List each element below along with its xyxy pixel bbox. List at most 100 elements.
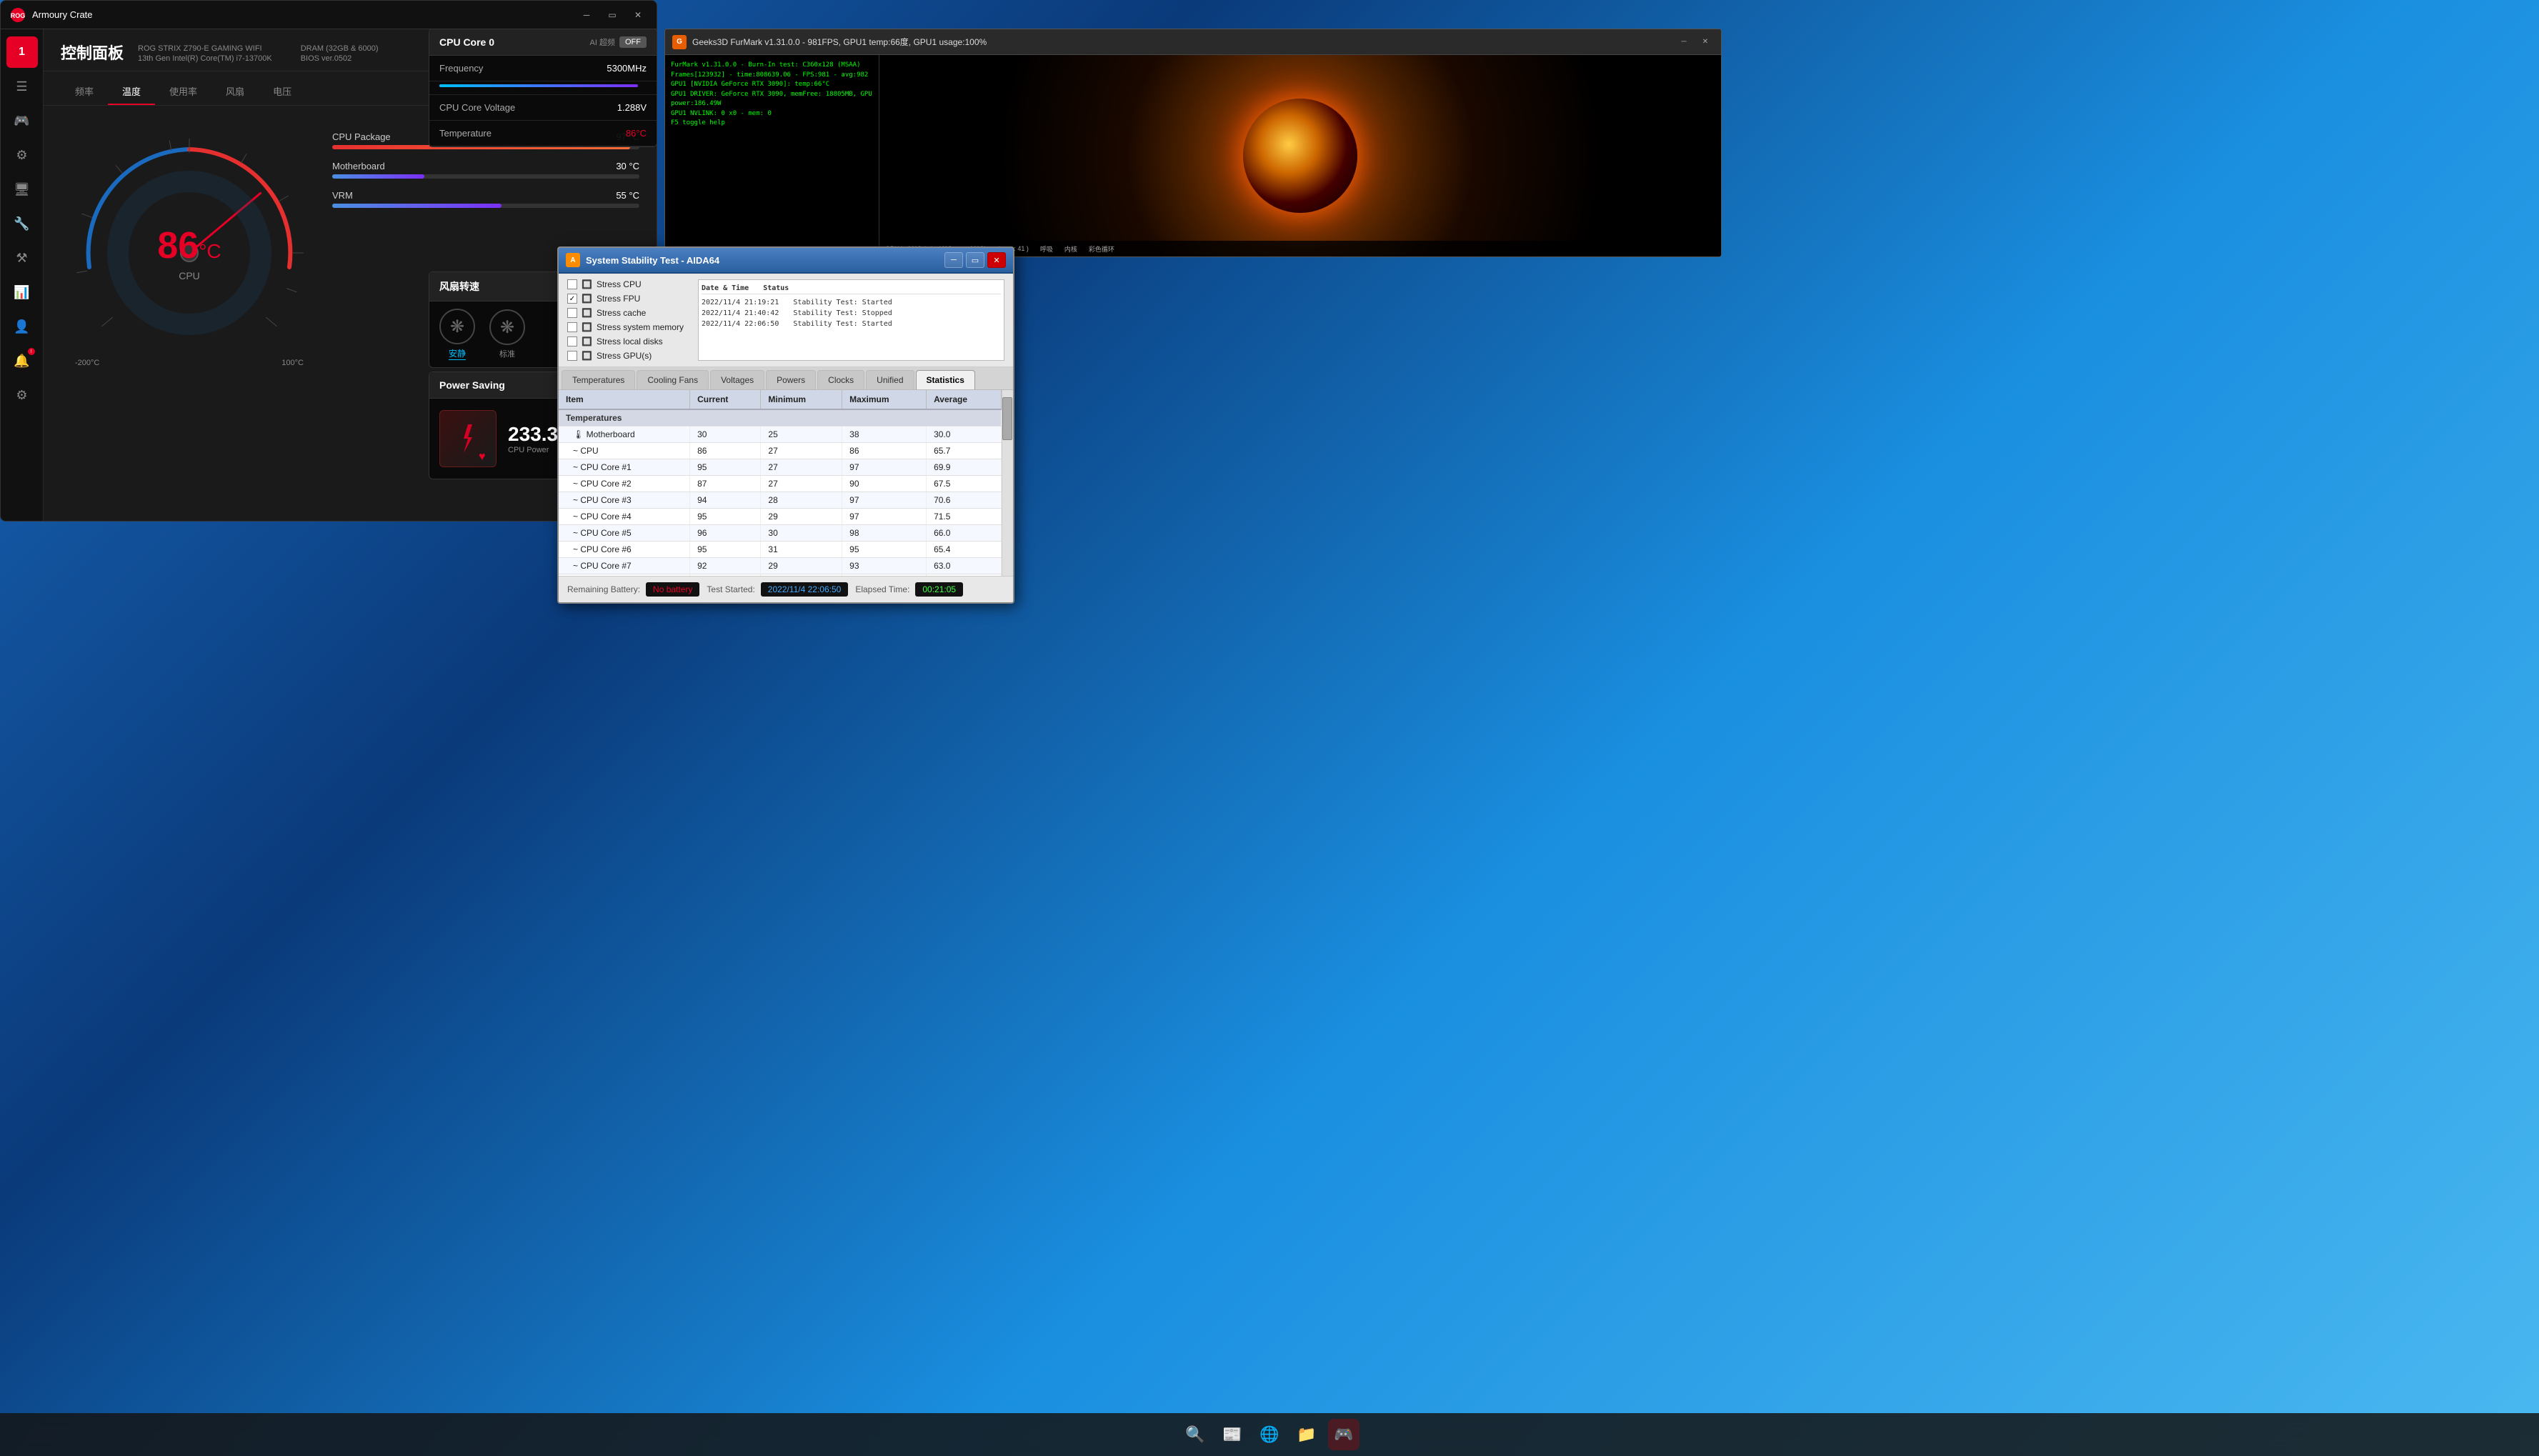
- furmark-minimize-button[interactable]: ─: [1675, 36, 1692, 49]
- cpu-core-title: CPU Core 0: [439, 36, 494, 48]
- fan-quiet-label[interactable]: 安静: [449, 347, 466, 360]
- taskbar-edge-icon[interactable]: 🌐: [1254, 1419, 1285, 1450]
- sidebar-item-joystick[interactable]: 🎮: [6, 105, 38, 136]
- tab-temperatures[interactable]: Temperatures: [562, 370, 635, 389]
- aida64-scroll-thumb[interactable]: [1002, 397, 1012, 440]
- gauge-unit: °C: [199, 240, 221, 262]
- stress-cache-checkbox[interactable]: [567, 308, 577, 318]
- aida64-minimize-button[interactable]: ─: [944, 252, 963, 268]
- aida64-close-button[interactable]: ✕: [987, 252, 1006, 268]
- aida64-table-container[interactable]: Item Current Minimum Maximum Average Tem…: [559, 390, 1002, 576]
- power-icon: [454, 424, 482, 453]
- metric-vrm: VRM 55 °C: [332, 190, 639, 208]
- sidebar-item-tools[interactable]: 🔧: [6, 208, 38, 239]
- sidebar-item-display[interactable]: 🖥: [6, 174, 38, 205]
- armoury-close-button[interactable]: ✕: [628, 8, 648, 22]
- sidebar-item-user[interactable]: 👤: [6, 311, 38, 342]
- stress-disks-checkbox[interactable]: [567, 336, 577, 346]
- stress-gpu-checkbox[interactable]: [567, 351, 577, 361]
- armoury-sidebar: 1 ☰ 🎮 ⚙ 🖥 🔧 ⚒ 📊 👤 🔔 ! ⚙: [1, 29, 44, 521]
- gauge-value: 86: [157, 225, 199, 266]
- row-core2-min: 27: [761, 476, 842, 492]
- row-core8-min: 28: [761, 574, 842, 577]
- heart-icon: ♥: [479, 451, 493, 464]
- gauge-label: CPU: [157, 270, 221, 281]
- row-cpu-max: 86: [842, 443, 927, 459]
- log-date-1: 2022/11/4 21:40:42: [702, 308, 779, 319]
- tab-frequency[interactable]: 频率: [61, 79, 108, 105]
- table-row: 🌡 Motherboard 30 25 38 30.0: [559, 427, 1002, 443]
- fan-standard-label[interactable]: 标准: [499, 348, 515, 359]
- furmark-info: FurMark v1.31.0.0 - Burn-In test: C360x1…: [665, 55, 879, 256]
- table-row: ~ CPU Core #5 96 30 98 66.0: [559, 525, 1002, 542]
- sidebar-item-home[interactable]: 1: [6, 36, 38, 68]
- aida64-tabs: Temperatures Cooling Fans Voltages Power…: [559, 367, 1013, 390]
- furmark-info-line-3: GPU1 DRIVER: GeForce RTX 3090, memFree: …: [671, 90, 873, 109]
- log-entry-2: 2022/11/4 22:06:50 Stability Test: Start…: [702, 319, 1001, 329]
- taskbar-widgets-icon[interactable]: 📰: [1217, 1419, 1248, 1450]
- furmark-close-button[interactable]: ✕: [1697, 36, 1714, 49]
- col-item: Item: [559, 390, 690, 409]
- tab-cooling-fans[interactable]: Cooling Fans: [637, 370, 709, 389]
- tab-temperature[interactable]: 温度: [108, 79, 155, 105]
- col-minimum: Minimum: [761, 390, 842, 409]
- armoury-minimize-button[interactable]: ─: [577, 8, 597, 22]
- stress-fpu-checkbox[interactable]: ✓: [567, 294, 577, 304]
- sidebar-item-notification[interactable]: 🔔 !: [6, 345, 38, 377]
- sidebar-item-menu[interactable]: ☰: [6, 71, 38, 102]
- spec-mobo: ROG STRIX Z790-E GAMING WIFI: [138, 44, 272, 53]
- furmark-info-line-0: FurMark v1.31.0.0 - Burn-In test: C360x1…: [671, 61, 873, 71]
- gauge-min-label: -200°C: [75, 359, 99, 367]
- stress-cpu-icon: 🔲: [582, 279, 592, 289]
- stress-memory-label: Stress system memory: [597, 322, 684, 332]
- cpu-frequency-bar-row: [429, 81, 657, 95]
- tab-usage[interactable]: 使用率: [155, 79, 211, 105]
- sidebar-item-wrench[interactable]: ⚒: [6, 242, 38, 274]
- stress-cpu-row: 🔲 Stress CPU: [567, 279, 684, 289]
- taskbar: 🔍 📰 🌐 📁 🎮: [0, 1413, 2539, 1456]
- row-core8-avg: 65.3: [927, 574, 1002, 577]
- taskbar-search-icon[interactable]: 🔍: [1179, 1419, 1211, 1450]
- tab-clocks[interactable]: Clocks: [817, 370, 864, 389]
- stress-cpu-checkbox[interactable]: [567, 279, 577, 289]
- stress-memory-checkbox[interactable]: [567, 322, 577, 332]
- aida64-icon: A: [566, 253, 580, 267]
- row-cpu-min: 27: [761, 443, 842, 459]
- tab-statistics[interactable]: Statistics: [916, 370, 975, 389]
- furmark-status-breathe: 呼吸: [1040, 244, 1053, 254]
- taskbar-explorer-icon[interactable]: 📁: [1291, 1419, 1322, 1450]
- stress-checkboxes: 🔲 Stress CPU ✓ 🔲 Stress FPU 🔲 Stress cac…: [567, 279, 684, 361]
- aida64-scrollbar[interactable]: [1002, 390, 1013, 576]
- furmark-titlebar: G Geeks3D FurMark v1.31.0.0 - 981FPS, GP…: [665, 29, 1721, 55]
- row-core3-max: 97: [842, 492, 927, 509]
- furmark-info-line-2: GPU1 [NVIDIA GeForce RTX 3090]: temp:66°…: [671, 80, 873, 90]
- tab-unified[interactable]: Unified: [866, 370, 914, 389]
- stress-gpu-icon: 🔲: [582, 351, 592, 361]
- tab-voltage[interactable]: 电压: [259, 79, 306, 105]
- sidebar-item-gear-bottom[interactable]: ⚙: [6, 379, 38, 411]
- furmark-info-line-5: F5 toggle help: [671, 119, 873, 129]
- taskbar-armoury-icon[interactable]: 🎮: [1328, 1419, 1360, 1450]
- sidebar-item-settings[interactable]: ⚙: [6, 139, 38, 171]
- tab-powers[interactable]: Powers: [766, 370, 816, 389]
- armoury-maximize-button[interactable]: ▭: [602, 8, 622, 22]
- aida64-window: A System Stability Test - AIDA64 ─ ▭ ✕ 🔲…: [557, 246, 1014, 604]
- tab-voltages[interactable]: Voltages: [710, 370, 764, 389]
- cpu-core-panel: CPU Core 0 AI 超频 OFF Frequency 5300MHz C…: [429, 29, 657, 147]
- metric-motherboard-bar: [332, 174, 424, 179]
- row-core1-max: 97: [842, 459, 927, 476]
- log-entry-0: 2022/11/4 21:19:21 Stability Test: Start…: [702, 297, 1001, 308]
- gauge-container: 86°C CPU -200°C 100°C: [61, 117, 318, 389]
- sidebar-item-monitor[interactable]: 📊: [6, 276, 38, 308]
- power-value: 233.3: [508, 423, 558, 445]
- tab-fan[interactable]: 风扇: [211, 79, 259, 105]
- row-core3-item: ~ CPU Core #3: [559, 492, 690, 509]
- cpu-core-header: CPU Core 0 AI 超频 OFF: [429, 29, 657, 56]
- notification-badge: !: [28, 348, 35, 355]
- aida64-stress-panel: 🔲 Stress CPU ✓ 🔲 Stress FPU 🔲 Stress cac…: [559, 274, 1013, 367]
- aida64-maximize-button[interactable]: ▭: [966, 252, 984, 268]
- elapsed-time-label: Elapsed Time:: [855, 584, 909, 594]
- armoury-title: Armoury Crate: [32, 9, 577, 20]
- row-core4-item: ~ CPU Core #4: [559, 509, 690, 525]
- ai-toggle-button[interactable]: OFF: [619, 36, 647, 48]
